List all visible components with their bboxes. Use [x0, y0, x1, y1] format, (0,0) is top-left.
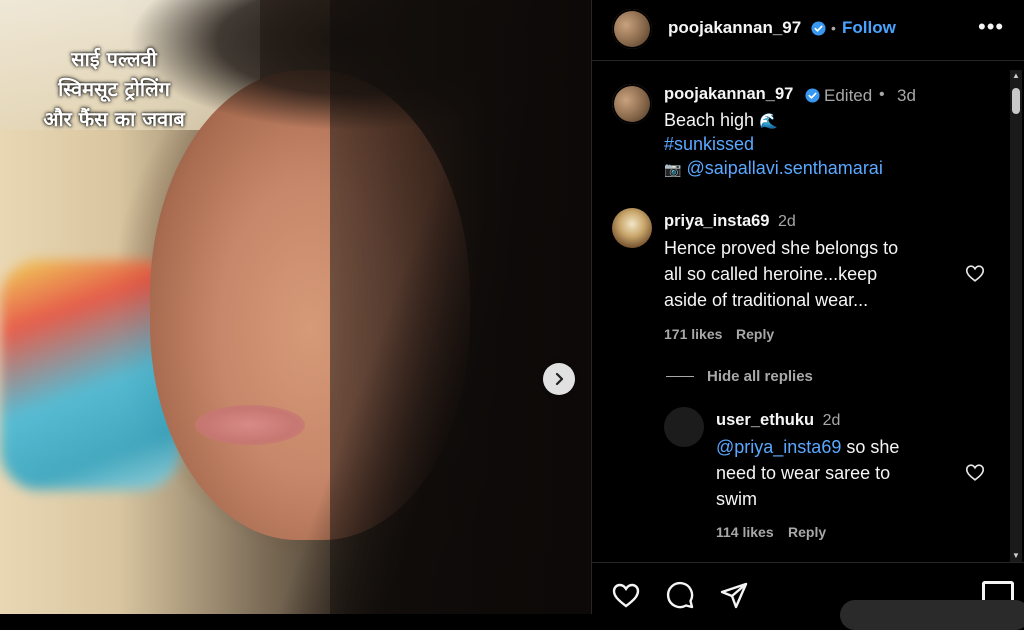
- author-avatar[interactable]: [612, 9, 652, 49]
- post-header: poojakannan_97 • Follow •••: [592, 0, 1024, 61]
- comment-age: 2d: [777, 213, 796, 230]
- scroll-thumb[interactable]: [1012, 88, 1020, 114]
- reply-reply-button[interactable]: Reply: [788, 524, 826, 540]
- scroll-down-arrow-icon[interactable]: ▼: [1010, 550, 1022, 562]
- replier-avatar[interactable]: [664, 407, 704, 447]
- comment-text-line-2: all so called heroine...keep: [664, 264, 878, 284]
- replies-divider: [666, 376, 694, 377]
- overlay-caption-line-1: साई पल्लवी: [71, 47, 157, 71]
- comment-likes[interactable]: 171 likes: [664, 326, 722, 342]
- caption-header: poojakannan_97: [664, 85, 793, 104]
- mention-link[interactable]: @priya_insta69: [716, 437, 841, 457]
- instagram-post-view: साई पल्लवी स्विमसूट ट्रोलिंग और फैंस का …: [0, 0, 1024, 630]
- more-options-button[interactable]: •••: [978, 14, 1004, 40]
- comments-list: poojakannan_97 Edited • 3d Beach high 🌊 …: [592, 61, 1002, 561]
- reply-likes[interactable]: 114 likes: [716, 524, 774, 540]
- post-photo[interactable]: साई पल्लवी स्विमसूट ट्रोलिंग और फैंस का …: [0, 0, 591, 614]
- chevron-right-icon: [555, 372, 564, 386]
- caption-username[interactable]: poojakannan_97: [664, 85, 793, 103]
- hide-replies-button[interactable]: Hide all replies: [707, 368, 813, 385]
- caption-avatar[interactable]: [612, 84, 652, 124]
- header-separator: •: [831, 20, 836, 36]
- credit-line: 📷 @saipallavi.senthamarai: [664, 155, 883, 182]
- comment-icon[interactable]: [664, 579, 696, 611]
- caption-separator: •: [879, 86, 885, 103]
- reply-text-line-3: swim: [716, 489, 757, 509]
- reply-button[interactable]: Reply: [736, 326, 774, 342]
- reply-age: 2d: [822, 412, 841, 429]
- heart-icon[interactable]: [964, 262, 986, 284]
- credit-handle-link[interactable]: @saipallavi.senthamarai: [686, 158, 882, 178]
- heart-icon[interactable]: [964, 461, 986, 483]
- reply-header: user_ethuku 2d: [716, 411, 840, 430]
- verified-badge-icon: [811, 21, 826, 36]
- wave-icon: 🌊: [759, 113, 778, 130]
- comment-header: priya_insta69 2d: [664, 212, 796, 231]
- edited-label: Edited: [824, 86, 873, 105]
- commenter-avatar[interactable]: [612, 208, 652, 248]
- replier-username[interactable]: user_ethuku: [716, 411, 814, 429]
- comments-scrollbar[interactable]: ▲ ▼: [1010, 70, 1022, 562]
- overlay-caption: साई पल्लवी स्विमसूट ट्रोलिंग और फैंस का …: [14, 44, 214, 134]
- photo-hair-shadow: [330, 0, 591, 614]
- scroll-up-arrow-icon[interactable]: ▲: [1010, 70, 1022, 82]
- commenter-username[interactable]: priya_insta69: [664, 212, 769, 230]
- reply-text-line-2: need to wear saree to: [716, 463, 891, 483]
- next-photo-button[interactable]: [543, 363, 575, 395]
- overlay-caption-line-3: और फैंस का जवाब: [43, 107, 185, 131]
- comment-text-line-1: Hence proved she belongs to: [664, 238, 899, 258]
- share-icon[interactable]: [718, 579, 750, 611]
- comment-text-line-3: aside of traditional wear...: [664, 290, 869, 310]
- camera-icon: 📷: [664, 161, 682, 177]
- caption-age: 3d: [897, 86, 916, 105]
- floating-pill: [840, 600, 1024, 630]
- author-username[interactable]: poojakannan_97: [668, 18, 801, 38]
- overlay-caption-line-2: स्विमसूट ट्रोलिंग: [58, 77, 170, 101]
- hashtag-link[interactable]: #sunkissed: [664, 131, 754, 157]
- post-side-panel: poojakannan_97 • Follow ••• poojakannan_…: [591, 0, 1024, 614]
- caption-text: Beach high: [664, 110, 755, 130]
- reply-text-line-1: @priya_insta69 so she: [716, 434, 899, 460]
- reply-text-rest: so she: [841, 437, 900, 457]
- heart-icon[interactable]: [610, 579, 642, 611]
- follow-button[interactable]: Follow: [842, 18, 896, 38]
- verified-badge-icon: [805, 88, 820, 103]
